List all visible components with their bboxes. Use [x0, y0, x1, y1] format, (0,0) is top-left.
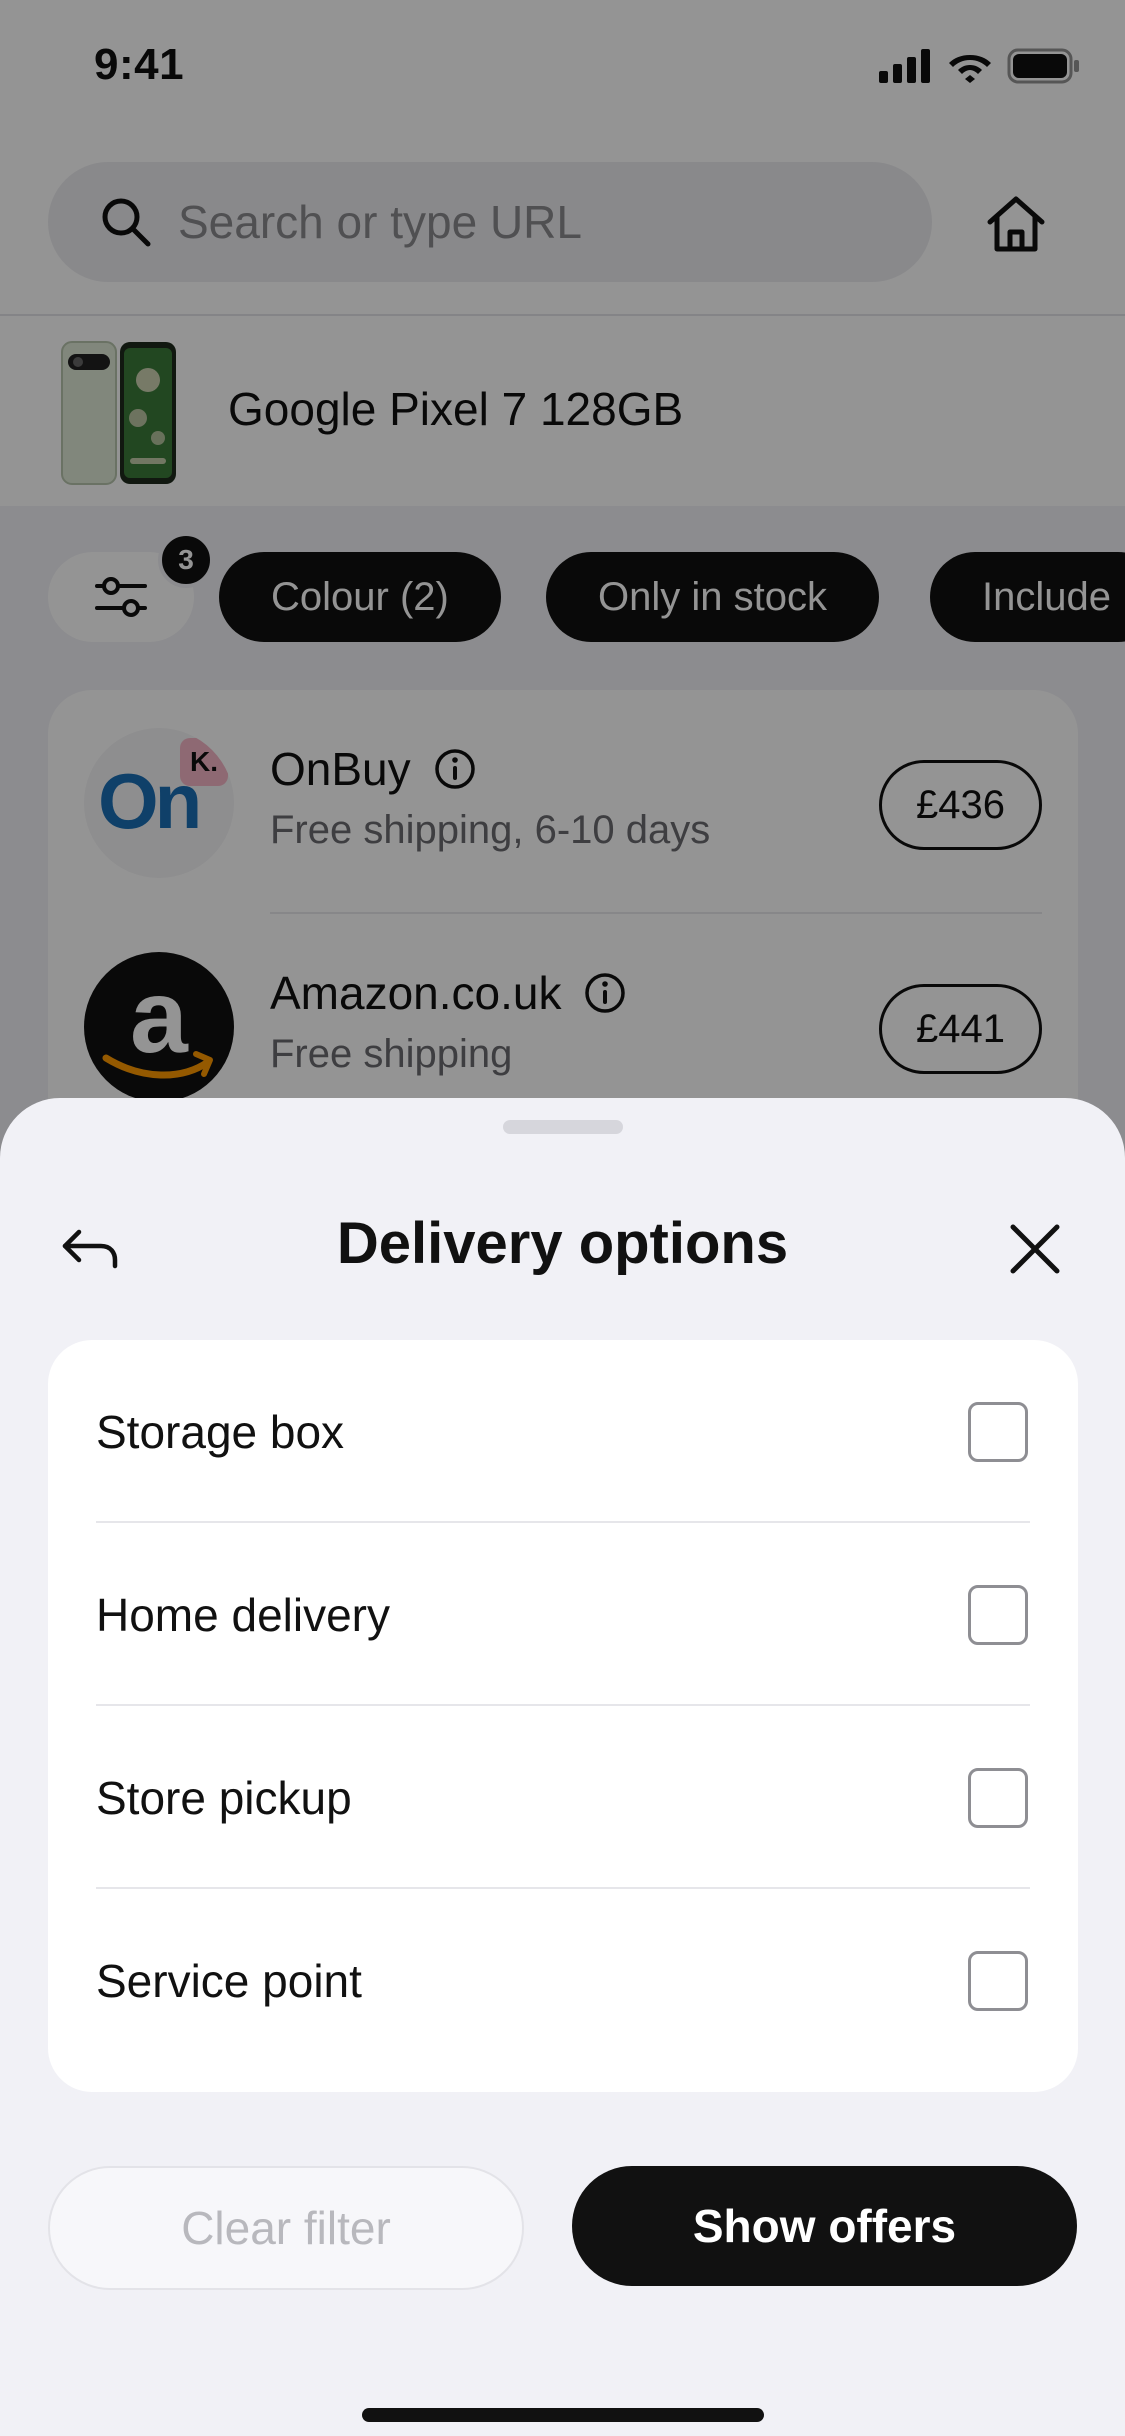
- delivery-options-list: Storage box Home delivery Store pickup S…: [48, 1340, 1078, 2092]
- option-label: Home delivery: [96, 1588, 390, 1641]
- option-service-point[interactable]: Service point: [48, 1889, 1078, 2072]
- home-delivery-checkbox[interactable]: [968, 1585, 1028, 1645]
- close-icon: [1010, 1224, 1060, 1274]
- sheet-grabber[interactable]: [503, 1120, 623, 1134]
- close-button[interactable]: [1002, 1216, 1068, 1282]
- store-pickup-checkbox[interactable]: [968, 1768, 1028, 1828]
- sheet-title: Delivery options: [336, 1211, 789, 1276]
- option-store-pickup[interactable]: Store pickup: [48, 1706, 1078, 1889]
- option-label: Service point: [96, 1954, 362, 2007]
- storage-box-checkbox[interactable]: [968, 1402, 1028, 1462]
- option-home-delivery[interactable]: Home delivery: [48, 1523, 1078, 1706]
- option-storage-box[interactable]: Storage box: [48, 1340, 1078, 1523]
- option-label: Storage box: [96, 1405, 345, 1458]
- clear-filter-button[interactable]: Clear filter: [48, 2166, 524, 2290]
- delivery-options-sheet: Delivery options Storage box Home delive…: [0, 1098, 1125, 2436]
- service-point-checkbox[interactable]: [968, 1951, 1028, 2011]
- home-indicator: [362, 2408, 764, 2422]
- app-screen: 9:41 Search or type URL Google Pixel 7 1…: [0, 0, 1125, 2436]
- option-label: Store pickup: [96, 1771, 352, 1824]
- show-offers-button[interactable]: Show offers: [572, 2166, 1077, 2286]
